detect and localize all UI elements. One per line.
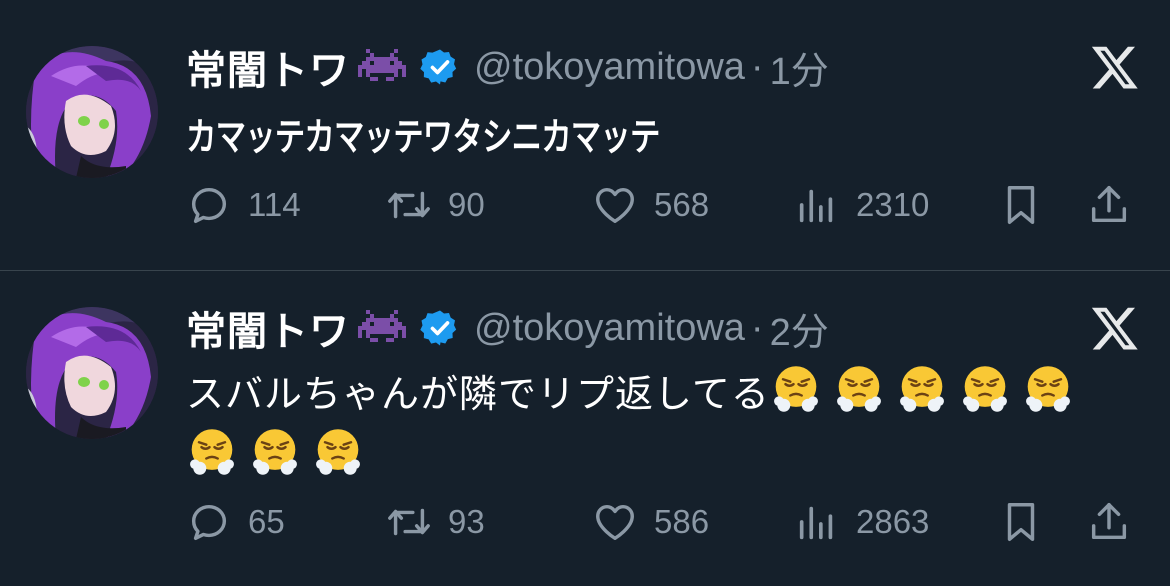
bookmark-icon bbox=[998, 182, 1044, 228]
face-with-steam-from-nose-icon bbox=[833, 363, 885, 415]
views-icon bbox=[794, 182, 840, 228]
reply-button[interactable]: 65 bbox=[186, 497, 285, 547]
display-name[interactable]: 常闇トワ bbox=[186, 38, 350, 96]
avatar[interactable] bbox=[26, 307, 158, 439]
face-with-steam-from-nose-icon bbox=[959, 363, 1011, 415]
tweet[interactable]: 常闇トワ @tokoyamitowa · 1分 カマッテカマッテワタシニカマッテ… bbox=[0, 0, 1170, 271]
share-button[interactable] bbox=[1086, 497, 1132, 547]
alien-monster-icon bbox=[358, 49, 406, 85]
verified-badge-icon[interactable] bbox=[420, 308, 460, 348]
like-count: 586 bbox=[654, 503, 710, 540]
x-logo-icon bbox=[1090, 303, 1140, 353]
reply-icon bbox=[186, 499, 232, 545]
bookmark-icon bbox=[998, 499, 1044, 545]
alien-monster-icon bbox=[358, 310, 406, 346]
view-count: 2863 bbox=[856, 503, 930, 540]
reply-button[interactable]: 114 bbox=[186, 180, 301, 230]
face-with-steam-from-nose-icon bbox=[896, 363, 948, 415]
retweet-icon bbox=[386, 182, 432, 228]
tweet-header: 常闇トワ @tokoyamitowa · 2分 bbox=[186, 301, 829, 356]
tweet[interactable]: 常闇トワ @tokoyamitowa · 2分 スバルちゃんが隣でリプ返してる … bbox=[0, 271, 1170, 586]
handle[interactable]: @tokoyamitowa bbox=[474, 46, 745, 89]
bookmark-button[interactable] bbox=[998, 497, 1044, 547]
share-icon bbox=[1086, 182, 1132, 228]
tweet-text: カマッテカマッテワタシニカマッテ bbox=[186, 117, 660, 159]
retweet-button[interactable]: 90 bbox=[386, 180, 485, 230]
handle[interactable]: @tokoyamitowa bbox=[474, 307, 745, 350]
reply-count: 114 bbox=[248, 186, 301, 223]
face-with-steam-from-nose-icon bbox=[770, 363, 822, 415]
heart-icon bbox=[592, 182, 638, 228]
like-button[interactable]: 568 bbox=[592, 180, 709, 230]
verified-badge-icon[interactable] bbox=[420, 47, 460, 87]
like-count: 568 bbox=[654, 186, 710, 223]
view-count: 2310 bbox=[856, 186, 930, 223]
avatar[interactable] bbox=[26, 46, 158, 178]
tweet-header: 常闇トワ @tokoyamitowa · 1分 bbox=[186, 40, 829, 95]
like-button[interactable]: 586 bbox=[592, 497, 709, 547]
face-with-steam-from-nose-icon bbox=[186, 426, 238, 478]
bookmark-button[interactable] bbox=[998, 180, 1044, 230]
views-button[interactable]: 2863 bbox=[794, 497, 929, 547]
retweet-icon bbox=[386, 499, 432, 545]
retweet-button[interactable]: 93 bbox=[386, 497, 485, 547]
views-button[interactable]: 2310 bbox=[794, 180, 929, 230]
timeline: 常闇トワ @tokoyamitowa · 1分 カマッテカマッテワタシニカマッテ… bbox=[0, 0, 1170, 586]
reply-count: 65 bbox=[248, 503, 285, 540]
heart-icon bbox=[592, 499, 638, 545]
face-with-steam-from-nose-icon bbox=[249, 426, 301, 478]
timestamp[interactable]: 1分 bbox=[770, 40, 829, 95]
views-icon bbox=[794, 499, 840, 545]
timestamp[interactable]: 2分 bbox=[770, 301, 829, 356]
action-bar: 65 93 586 2863 bbox=[186, 497, 1146, 547]
share-button[interactable] bbox=[1086, 180, 1132, 230]
face-with-steam-from-nose-icon bbox=[312, 426, 364, 478]
retweet-count: 90 bbox=[448, 186, 485, 223]
tweet-text: スバルちゃんが隣でリプ返してる bbox=[186, 374, 770, 416]
face-with-steam-from-nose-icon bbox=[1022, 363, 1074, 415]
action-bar: 114 90 568 2310 bbox=[186, 180, 1146, 230]
display-name[interactable]: 常闇トワ bbox=[186, 299, 350, 357]
retweet-count: 93 bbox=[448, 503, 485, 540]
share-icon bbox=[1086, 499, 1132, 545]
tweet-text-container: スバルちゃんが隣でリプ返してる bbox=[186, 363, 1136, 489]
x-logo-icon bbox=[1090, 42, 1140, 92]
separator-dot: · bbox=[750, 306, 764, 349]
reply-icon bbox=[186, 182, 232, 228]
separator-dot: · bbox=[750, 45, 764, 88]
